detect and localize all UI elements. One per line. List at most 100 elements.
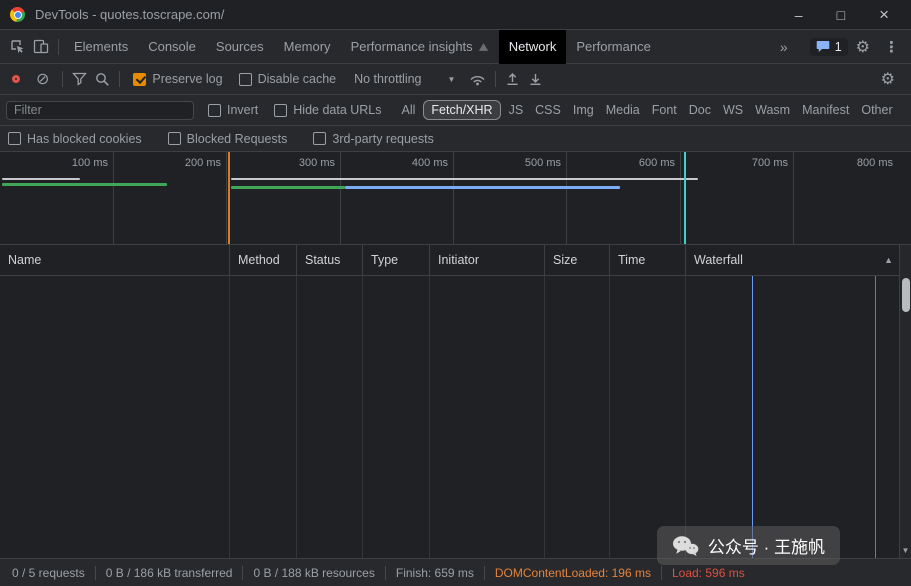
overview-waiting-bar xyxy=(231,178,698,180)
filter-funnel-icon[interactable] xyxy=(68,72,91,86)
checkbox-unchecked xyxy=(274,103,288,117)
waterfall-load-marker xyxy=(875,276,876,558)
watermark-text: 公众号 · 王施帆 xyxy=(707,538,825,557)
overview-gridline xyxy=(226,152,227,244)
tab-elements[interactable]: Elements xyxy=(64,30,138,64)
watermark-badge: 公众号 · 王施帆 xyxy=(656,526,840,565)
overview-tick-label: 500 ms xyxy=(524,157,561,169)
disable-cache-checkbox[interactable]: Disable cache xyxy=(238,72,336,86)
scrollbar-thumb[interactable] xyxy=(902,278,910,312)
network-settings-gear-icon[interactable]: ⚙ xyxy=(873,69,903,89)
column-header-type[interactable]: Type xyxy=(363,245,430,275)
overview-tick-label: 700 ms xyxy=(751,157,788,169)
overview-gridline xyxy=(113,152,114,244)
clear-network-log-icon[interactable]: ⊘ xyxy=(28,69,57,89)
preserve-log-checkbox[interactable]: Preserve log xyxy=(133,72,223,86)
filter-type-other[interactable]: Other xyxy=(855,101,898,119)
requests-table-header: Name Method Status Type Initiator Size T… xyxy=(0,245,899,276)
overview-gridline xyxy=(340,152,341,244)
scrollbar-down-arrow-icon[interactable]: ▼ xyxy=(900,546,911,555)
maximize-button[interactable]: □ xyxy=(837,7,845,23)
filter-type-media[interactable]: Media xyxy=(600,101,646,119)
close-button[interactable]: × xyxy=(879,5,889,25)
overview-request-bar-green xyxy=(2,183,167,186)
device-toolbar-icon[interactable] xyxy=(29,39,53,54)
blocked-requests-checkbox[interactable]: Blocked Requests xyxy=(167,132,287,146)
filter-type-manifest[interactable]: Manifest xyxy=(796,101,855,119)
filter-type-wasm[interactable]: Wasm xyxy=(749,101,796,119)
body-column-status xyxy=(297,276,363,558)
filter-type-img[interactable]: Img xyxy=(567,101,600,119)
overview-load-marker xyxy=(684,152,686,244)
more-tabs-chevron-icon[interactable]: » xyxy=(772,39,796,55)
filter-type-js[interactable]: JS xyxy=(503,101,530,119)
hide-data-urls-checkbox[interactable]: Hide data URLs xyxy=(274,103,382,117)
record-network-log-button[interactable] xyxy=(12,75,20,83)
column-header-waterfall[interactable]: Waterfall ▲ xyxy=(686,245,899,275)
export-har-icon[interactable] xyxy=(524,72,547,86)
tab-console[interactable]: Console xyxy=(138,30,206,64)
third-party-requests-checkbox[interactable]: 3rd-party requests xyxy=(313,132,434,146)
tab-network[interactable]: Network xyxy=(498,29,567,64)
overview-gridline xyxy=(793,152,794,244)
overview-request-bar-green xyxy=(231,186,345,189)
sort-ascending-icon: ▲ xyxy=(884,255,893,265)
overview-tick-label: 300 ms xyxy=(298,157,335,169)
tab-performance[interactable]: Performance xyxy=(566,30,660,64)
body-column-size xyxy=(545,276,610,558)
divider xyxy=(495,71,497,87)
search-icon[interactable] xyxy=(91,72,114,87)
body-column-waterfall xyxy=(686,276,899,558)
overview-tick-label: 100 ms xyxy=(71,157,108,169)
network-toolbar: ⊘ Preserve log Disable cache No throttli… xyxy=(0,64,911,95)
column-header-initiator[interactable]: Initiator xyxy=(430,245,545,275)
column-header-time[interactable]: Time xyxy=(610,245,686,275)
invert-checkbox[interactable]: Invert xyxy=(208,103,258,117)
wechat-icon xyxy=(672,535,699,556)
preview-feature-triangle-icon xyxy=(478,42,488,51)
overview-tick-label: 200 ms xyxy=(184,157,221,169)
filter-type-css[interactable]: CSS xyxy=(529,101,567,119)
overview-dcl-marker xyxy=(228,152,230,244)
column-header-size[interactable]: Size xyxy=(545,245,610,275)
divider xyxy=(119,71,121,87)
import-har-icon[interactable] xyxy=(501,72,524,86)
inspect-element-icon[interactable] xyxy=(6,39,29,54)
overview-tick-label: 800 ms xyxy=(856,157,893,169)
overview-waiting-bar xyxy=(2,178,80,180)
column-header-status[interactable]: Status xyxy=(297,245,363,275)
more-options-icon[interactable]: ⋮ xyxy=(878,38,905,56)
throttling-select[interactable]: No throttling ▼ xyxy=(354,72,455,86)
network-overview-timeline[interactable]: 100 ms 200 ms 300 ms 400 ms 500 ms 600 m… xyxy=(0,152,911,245)
overview-gridline xyxy=(680,152,681,244)
network-conditions-icon[interactable] xyxy=(465,72,490,86)
filter-type-all[interactable]: All xyxy=(396,101,422,119)
column-header-method[interactable]: Method xyxy=(230,245,297,275)
filter-type-ws[interactable]: WS xyxy=(717,101,749,119)
filter-type-fetch-xhr[interactable]: Fetch/XHR xyxy=(423,100,501,120)
devtools-tabbar: Elements Console Sources Memory Performa… xyxy=(0,29,911,64)
transferred-size: 0 B / 186 kB transferred xyxy=(105,565,233,580)
filter-type-font[interactable]: Font xyxy=(646,101,683,119)
chat-bubble-icon xyxy=(816,41,830,52)
tab-performance-insights[interactable]: Performance insights xyxy=(341,30,499,64)
tab-memory[interactable]: Memory xyxy=(274,30,341,64)
network-filter-bar: Invert Hide data URLs All Fetch/XHR JS C… xyxy=(0,95,911,126)
filter-type-doc[interactable]: Doc xyxy=(683,101,717,119)
vertical-scrollbar[interactable]: ▼ xyxy=(899,245,911,558)
filter-input[interactable] xyxy=(6,100,194,120)
checkbox-unchecked xyxy=(313,132,327,145)
column-header-name[interactable]: Name xyxy=(0,245,230,275)
finish-time: Finish: 659 ms xyxy=(395,565,474,580)
resource-type-filters: All Fetch/XHR JS CSS Img Media Font Doc … xyxy=(396,100,899,120)
has-blocked-cookies-checkbox[interactable]: Has blocked cookies xyxy=(8,132,142,146)
tab-sources[interactable]: Sources xyxy=(206,30,274,64)
settings-gear-icon[interactable]: ⚙ xyxy=(848,37,878,57)
issues-count: 1 xyxy=(834,39,842,54)
requests-table-body[interactable] xyxy=(0,276,899,558)
minimize-button[interactable]: – xyxy=(795,7,803,23)
requests-count: 0 / 5 requests xyxy=(12,565,85,580)
issues-button[interactable]: 1 xyxy=(809,37,848,56)
overview-tick-label: 600 ms xyxy=(638,157,675,169)
window-controls: – □ × xyxy=(795,5,901,25)
